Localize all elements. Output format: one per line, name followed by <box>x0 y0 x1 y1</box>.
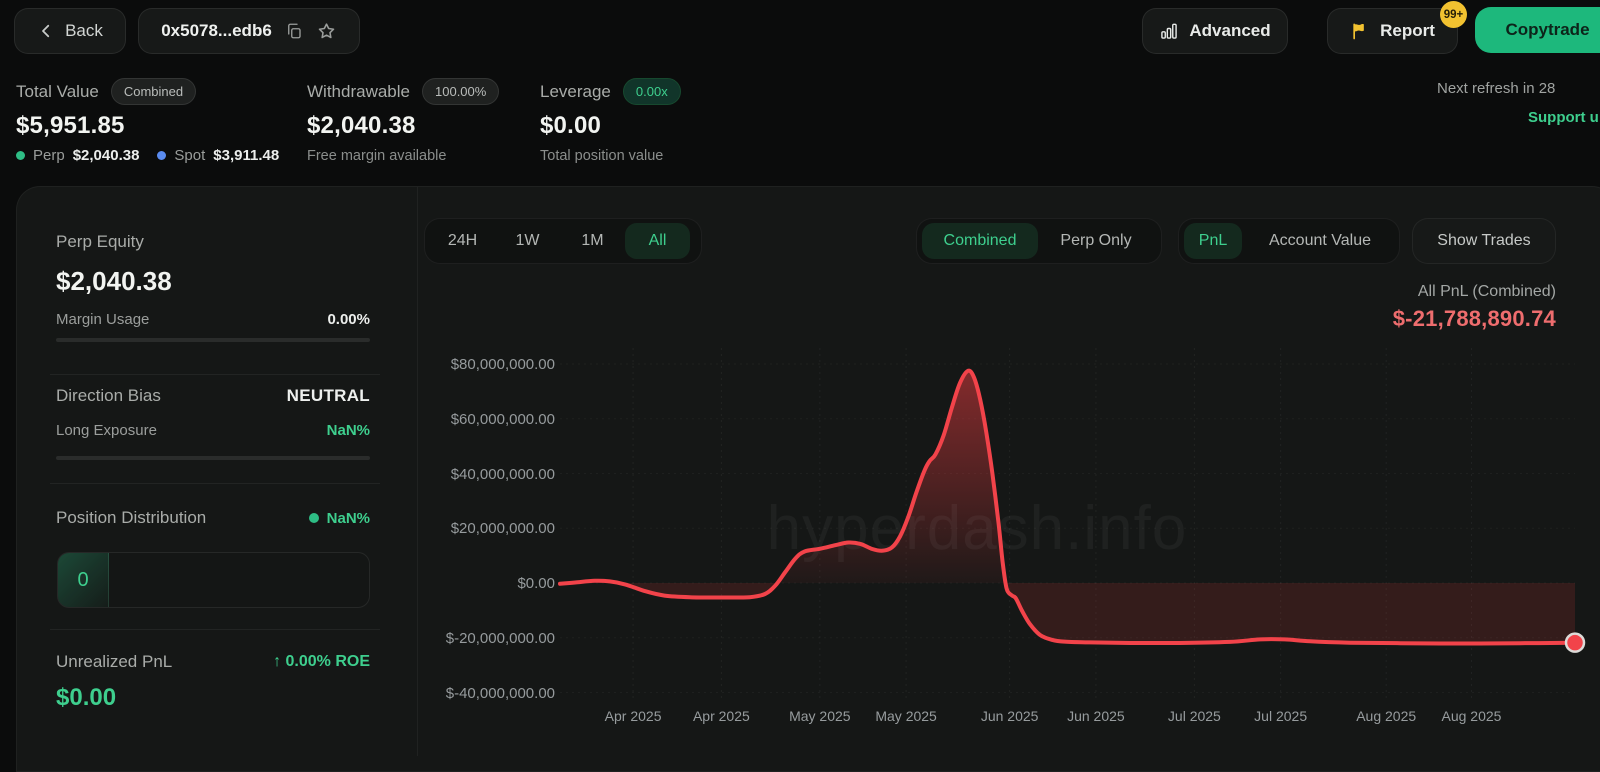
leverage-badge: 0.00x <box>623 78 681 105</box>
copy-icon[interactable] <box>285 22 303 40</box>
spot-dot-icon <box>157 151 166 160</box>
wallet-address: 0x5078...edb6 <box>161 21 272 41</box>
direction-bias-row: Direction Bias NEUTRAL <box>56 386 370 406</box>
perp-equity-value: $2,040.38 <box>56 266 172 297</box>
position-distribution-segment: 0 <box>58 553 109 607</box>
total-value: $5,951.85 <box>16 112 125 140</box>
wallet-address-pill[interactable]: 0x5078...edb6 <box>138 8 360 54</box>
unrealized-pnl-label: Unrealized PnL <box>56 652 172 672</box>
leverage-header: Leverage 0.00x <box>540 78 681 105</box>
tab-combined[interactable]: Combined <box>922 223 1038 259</box>
back-label: Back <box>65 21 103 41</box>
long-exposure-value: NaN% <box>327 422 370 439</box>
mode-tabs: Combined Perp Only <box>916 218 1162 264</box>
leverage-sub: Total position value <box>540 148 663 164</box>
direction-bias-label: Direction Bias <box>56 386 161 406</box>
flag-icon <box>1350 21 1370 41</box>
panel-chart-divider <box>417 187 418 756</box>
report-button[interactable]: Report <box>1327 8 1458 54</box>
tab-24h[interactable]: 24H <box>430 223 495 259</box>
tab-all[interactable]: All <box>625 223 690 259</box>
chevron-left-icon <box>37 22 55 40</box>
total-value-label: Total Value <box>16 82 99 102</box>
leverage-value: $0.00 <box>540 112 601 140</box>
margin-usage-label: Margin Usage <box>56 311 149 328</box>
star-icon[interactable] <box>316 21 337 42</box>
withdrawable-sub: Free margin available <box>307 148 446 164</box>
advanced-label: Advanced <box>1189 21 1270 41</box>
metric-tabs: PnL Account Value <box>1178 218 1400 264</box>
pnl-summary-value: $-21,788,890.74 <box>1000 306 1556 332</box>
perp-equity-panel: Perp Equity $2,040.38 Margin Usage 0.00%… <box>56 186 370 756</box>
margin-usage-bar <box>56 338 370 342</box>
position-distribution-box: 0 <box>57 552 370 608</box>
spot-label: Spot <box>174 147 205 164</box>
time-range-tabs: 24H 1W 1M All <box>424 218 702 264</box>
withdrawable-badge: 100.00% <box>422 78 499 105</box>
long-exposure-row: Long Exposure NaN% <box>56 422 370 439</box>
tab-1m[interactable]: 1M <box>560 223 625 259</box>
copytrade-button[interactable]: Copytrade <box>1475 7 1600 53</box>
section-divider <box>50 374 380 375</box>
support-link[interactable]: Support u <box>1528 109 1599 126</box>
margin-usage-row: Margin Usage 0.00% <box>56 311 370 328</box>
direction-bias-value: NEUTRAL <box>287 386 370 406</box>
position-distribution-label: Position Distribution <box>56 508 206 528</box>
tab-pnl[interactable]: PnL <box>1184 223 1242 259</box>
total-value-legend: Perp $2,040.38 Spot $3,911.48 <box>16 147 279 164</box>
unrealized-pnl-row: Unrealized PnL ↑ 0.00% ROE <box>56 652 370 672</box>
withdrawable-label: Withdrawable <box>307 82 410 102</box>
pnl-summary-label: All PnL (Combined) <box>1000 283 1556 301</box>
report-label: Report <box>1380 21 1435 41</box>
position-distribution-value: NaN% <box>327 510 370 527</box>
tab-1w[interactable]: 1W <box>495 223 560 259</box>
position-distribution-stat: NaN% <box>309 510 370 527</box>
pnl-summary: All PnL (Combined) $-21,788,890.74 <box>1000 283 1556 332</box>
tab-account-value[interactable]: Account Value <box>1246 223 1394 259</box>
leverage-label: Leverage <box>540 82 611 102</box>
copytrade-label: Copytrade <box>1505 20 1589 40</box>
margin-usage-value: 0.00% <box>327 311 370 328</box>
withdrawable-header: Withdrawable 100.00% <box>307 78 499 105</box>
refresh-countdown: Next refresh in 28 <box>1437 80 1555 97</box>
unrealized-pnl-value: $0.00 <box>56 684 116 712</box>
perp-label: Perp <box>33 147 65 164</box>
total-value-badge: Combined <box>111 78 196 105</box>
position-distribution-row: Position Distribution NaN% <box>56 508 370 528</box>
unrealized-roe-value: ↑ 0.00% ROE <box>273 653 370 671</box>
spot-value: $3,911.48 <box>213 147 279 164</box>
show-trades-button[interactable]: Show Trades <box>1412 218 1556 264</box>
report-badge: 99+ <box>1440 1 1467 28</box>
perp-dot-icon <box>16 151 25 160</box>
section-divider <box>50 629 380 630</box>
withdrawable-value: $2,040.38 <box>307 112 416 140</box>
perp-value: $2,040.38 <box>73 147 140 164</box>
bar-chart-icon <box>1159 21 1179 41</box>
advanced-button[interactable]: Advanced <box>1142 8 1288 54</box>
tab-perp-only[interactable]: Perp Only <box>1038 223 1154 259</box>
total-value-header: Total Value Combined <box>16 78 196 105</box>
back-button[interactable]: Back <box>14 8 126 54</box>
long-exposure-bar <box>56 456 370 460</box>
section-divider <box>50 483 380 484</box>
show-trades-label: Show Trades <box>1437 232 1530 250</box>
perp-equity-label: Perp Equity <box>56 232 144 252</box>
long-exposure-label: Long Exposure <box>56 422 157 439</box>
distribution-dot-icon <box>309 513 319 523</box>
